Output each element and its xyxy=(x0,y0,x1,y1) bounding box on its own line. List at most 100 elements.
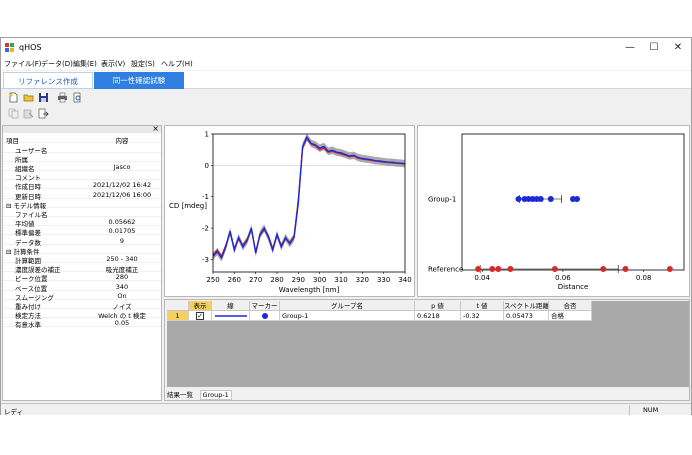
menu-file[interactable]: ファイル(F) xyxy=(4,59,42,69)
property-value: 0.01705 xyxy=(108,227,136,236)
y-axis-label: CD [mdeg] xyxy=(169,202,207,210)
checkbox-check-icon: ✓ xyxy=(196,312,204,320)
property-row[interactable]: 標準偏差 0.01705 xyxy=(3,226,161,237)
property-row[interactable]: データ数 9 xyxy=(3,236,161,247)
export-icon[interactable] xyxy=(38,108,49,119)
property-value: 9 xyxy=(119,236,125,245)
property-category-row[interactable]: ⊟ モデル情報 xyxy=(3,199,161,210)
tab-result-list[interactable]: 結果一覧 xyxy=(167,391,193,399)
line-style-swatch xyxy=(215,315,247,317)
property-row[interactable]: ベース位置 340 xyxy=(3,282,161,293)
print-icon[interactable] xyxy=(57,92,68,103)
property-row[interactable]: コメント xyxy=(3,171,161,182)
scatter-point xyxy=(515,196,522,202)
col-show[interactable]: 表示 xyxy=(189,301,212,311)
spectrum-series-line xyxy=(212,137,406,258)
property-value: Jasco xyxy=(113,162,131,171)
x-tick-label: 0.06 xyxy=(555,274,571,282)
cd-spectrum-chart: 250 260 270 280 290 300 310 320 330 340 1 0 -1 -2 -3 Wa… xyxy=(169,131,412,295)
property-row[interactable]: 検定方法 Welch の t 検定 xyxy=(3,309,161,320)
col-p-value[interactable]: p 値 xyxy=(415,301,461,311)
close-button[interactable]: ✕ xyxy=(667,41,689,55)
panel-close-icon[interactable]: × xyxy=(152,124,159,133)
menu-bar: ファイル(F) データ(D) 編集(E) 表示(V) 設定(S) ヘルプ(H) xyxy=(1,58,691,70)
marker-cell[interactable] xyxy=(250,311,280,321)
menu-view[interactable]: 表示(V) xyxy=(101,59,125,69)
scatter-point xyxy=(547,196,554,202)
col-result[interactable]: 合否 xyxy=(549,301,592,311)
property-row[interactable]: 濃度誤差の補正 吸光度補正 xyxy=(3,263,161,274)
x-tick-label: 290 xyxy=(292,276,305,284)
menu-edit[interactable]: 編集(E) xyxy=(73,59,97,69)
scatter-point xyxy=(574,196,581,202)
scatter-point xyxy=(537,196,544,202)
show-checkbox[interactable]: ✓ xyxy=(189,311,212,321)
status-separator xyxy=(629,405,630,415)
property-row[interactable]: ピーク位置 280 xyxy=(3,272,161,283)
col-group-name[interactable]: グループ名 xyxy=(280,301,415,311)
menu-help[interactable]: ヘルプ(H) xyxy=(161,59,193,69)
distance-scatter-chart: Group-1 Reference 0.04 0.06 0.08 Distance xyxy=(428,133,685,291)
y-tick-label: 1 xyxy=(205,131,209,139)
col-spectral-distance[interactable]: スペクトル距離 xyxy=(504,301,549,311)
result-cell: 合格 xyxy=(549,311,592,321)
scatter-point xyxy=(475,266,482,272)
y-tick-label: 0 xyxy=(205,162,209,170)
col-marker[interactable]: マーカー xyxy=(250,301,280,311)
status-ready: レディ xyxy=(4,408,24,416)
tab-group-1[interactable]: Group-1 xyxy=(199,390,232,400)
menu-data[interactable]: データ(D) xyxy=(41,59,73,69)
copy-icon[interactable] xyxy=(8,108,19,119)
scatter-point xyxy=(600,266,607,272)
property-key: 有意水準 xyxy=(15,321,41,330)
property-value: On xyxy=(117,291,127,300)
property-panel: × 項目 内容 ユーザー名 所属 組織名 Jasco コメント 作成日時 2021/12/0… xyxy=(2,124,162,401)
distance-chart-panel: Group-1 Reference 0.04 0.06 0.08 Distance xyxy=(417,125,690,297)
x-tick-label: 320 xyxy=(356,276,369,284)
property-row[interactable]: 有意水準 0.05 xyxy=(3,318,161,330)
property-row[interactable]: 平均値 0.05662 xyxy=(3,217,161,228)
property-row[interactable]: 所属 xyxy=(3,153,161,164)
property-row[interactable]: 組織名 Jasco xyxy=(3,162,161,173)
new-file-icon[interactable] xyxy=(8,92,19,103)
x-tick-label: 250 xyxy=(206,276,219,284)
x-tick-label: 0.08 xyxy=(636,274,652,282)
col-line[interactable]: 線 xyxy=(212,301,250,311)
results-panel: 表示 線 マーカー グループ名 p 値 t 値 スペクトル距離 合否 1 ✓ G… xyxy=(164,299,690,401)
menu-settings[interactable]: 設定(S) xyxy=(131,59,155,69)
property-value: 250 - 340 xyxy=(106,254,138,263)
x-tick-label: 330 xyxy=(377,276,390,284)
paste-icon[interactable] xyxy=(23,108,34,119)
x-tick-label: 280 xyxy=(270,276,283,284)
property-row[interactable]: 作成日時 2021/12/02 16:42 xyxy=(3,180,161,191)
toolbar-main xyxy=(1,90,691,105)
property-value: 0.05662 xyxy=(108,218,136,227)
app-window: qHOS — ☐ ✕ ファイル(F) データ(D) 編集(E) 表示(V) 設定… xyxy=(0,37,692,416)
scatter-point xyxy=(507,266,514,272)
property-row[interactable]: 更新日時 2021/12/06 16:00 xyxy=(3,190,161,201)
property-row[interactable]: スムージング On xyxy=(3,291,161,302)
property-row[interactable]: 計算範囲 250 - 340 xyxy=(3,254,161,265)
open-folder-icon[interactable] xyxy=(23,92,34,103)
property-value: 2021/12/06 16:00 xyxy=(92,190,152,199)
x-tick-label: 300 xyxy=(313,276,326,284)
row-index: 1 xyxy=(167,311,189,321)
minimize-button[interactable]: — xyxy=(619,41,641,55)
group-name-cell[interactable]: Group-1 xyxy=(280,311,415,321)
status-num-lock: NUM xyxy=(643,406,659,414)
col-t-value[interactable]: t 値 xyxy=(461,301,504,311)
property-row[interactable]: 重み付け ノイズ xyxy=(3,300,161,311)
property-row[interactable]: ファイル名 xyxy=(3,208,161,219)
line-style-cell[interactable] xyxy=(212,311,250,321)
results-grid: 表示 線 マーカー グループ名 p 値 t 値 スペクトル距離 合否 1 ✓ G… xyxy=(167,301,689,387)
property-row[interactable]: ユーザー名 xyxy=(3,144,161,155)
tab-identity-test[interactable]: 同一性確認試験 xyxy=(94,72,184,89)
x-tick-label: 340 xyxy=(398,276,411,284)
maximize-button[interactable]: ☐ xyxy=(643,41,665,55)
save-icon[interactable] xyxy=(38,92,49,103)
print-preview-icon[interactable] xyxy=(72,92,83,103)
property-category-row[interactable]: ⊟ 計算条件 xyxy=(3,245,161,256)
y-tick-label: -1 xyxy=(202,193,209,201)
tab-reference[interactable]: リファレンス作成 xyxy=(3,72,93,89)
x-axis-label: Distance xyxy=(558,283,589,291)
